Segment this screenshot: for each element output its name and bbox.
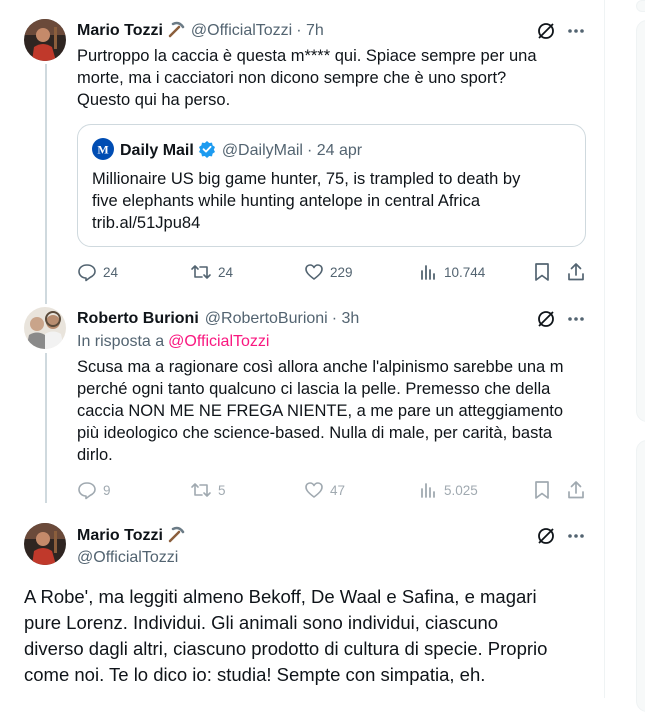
views-button[interactable]: 10.744 [418,262,485,282]
views-icon [421,483,435,498]
grok-icon[interactable] [534,19,558,43]
sidebar-card-edge [636,440,645,712]
repost-icon [191,265,211,279]
author-name[interactable]: Roberto Burioni [77,310,199,328]
reply-to-link[interactable]: @OfficialTozzi [168,333,269,351]
like-count: 47 [330,482,346,498]
thread-line [45,353,47,503]
author-name[interactable]: Mario Tozzi [77,527,163,545]
pickaxe-icon [167,525,185,548]
quote-author-handle[interactable]: @DailyMail [222,142,303,160]
reply-button[interactable]: 24 [77,262,118,282]
reply-icon [78,264,96,282]
more-icon[interactable] [564,524,588,548]
repost-button[interactable]: 24 [190,262,233,282]
tweet-time[interactable]: · 7h [296,22,324,40]
like-button[interactable]: 47 [304,480,345,500]
repost-count: 24 [218,264,234,280]
share-icon[interactable] [565,261,587,283]
like-icon [305,264,323,280]
views-button[interactable]: 5.025 [418,480,478,500]
author-handle[interactable]: @OfficialTozzi [77,549,178,567]
quote-text: Millionaire US big game hunter, 75, is t… [92,170,521,232]
reply-count: 24 [103,264,119,280]
svg-text:M: M [97,142,108,156]
like-button[interactable]: 229 [304,262,353,282]
more-icon[interactable] [564,19,588,43]
avatar[interactable] [24,19,66,61]
thread-line [45,64,47,304]
tweet-time[interactable]: · 3h [332,310,360,328]
reply-count: 9 [103,482,111,498]
reply-icon [78,482,96,500]
like-count: 229 [330,264,353,280]
sidebar-card-edge [636,20,645,422]
tweet-text: A Robe', ma leggiti almeno Bekoff, De Wa… [24,586,548,685]
views-icon [421,265,435,280]
repost-count: 5 [218,482,226,498]
quote-author-name[interactable]: Daily Mail [120,142,194,160]
sidebar-card-edge [636,0,645,12]
bookmark-icon[interactable] [531,261,553,283]
author-name[interactable]: Mario Tozzi [77,22,163,40]
views-count: 10.744 [444,264,486,280]
more-icon[interactable] [564,307,588,331]
reply-context-label: In risposta a [77,333,165,350]
daily-mail-logo-icon: M [92,137,114,165]
avatar[interactable] [24,523,66,565]
repost-button[interactable]: 5 [190,480,226,500]
timeline-column-border [604,0,605,698]
reply-button[interactable]: 9 [77,480,111,500]
author-handle[interactable]: @RobertoBurioni [205,310,328,328]
verified-badge-icon [198,140,216,163]
quoted-tweet-card[interactable]: M Daily Mail @DailyMail · 24 apr Million… [77,124,586,247]
quote-time[interactable]: · 24 apr [307,142,362,160]
views-count: 5.025 [444,482,478,498]
grok-icon[interactable] [534,307,558,331]
share-icon[interactable] [565,479,587,501]
avatar[interactable] [24,307,66,349]
author-handle[interactable]: @OfficialTozzi [191,22,292,40]
grok-icon[interactable] [534,524,558,548]
tweet-text: Purtroppo la caccia è questa m**** qui. … [77,47,537,109]
repost-icon [191,483,211,497]
like-icon [305,482,323,498]
pickaxe-icon [167,20,185,42]
bookmark-icon[interactable] [531,479,553,501]
tweet-text: Scusa ma a ragionare così allora anche l… [77,358,564,464]
